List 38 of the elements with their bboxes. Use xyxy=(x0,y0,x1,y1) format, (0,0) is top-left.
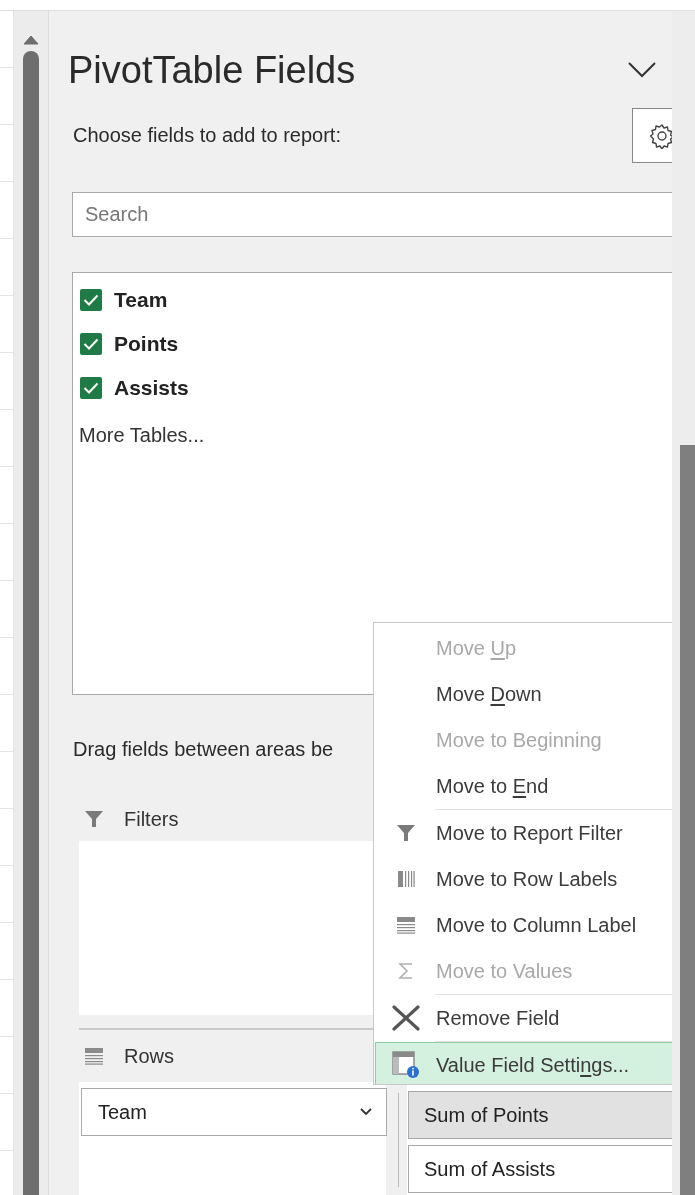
more-tables-link[interactable]: More Tables... xyxy=(79,424,205,447)
instruction-text: Choose fields to add to report: xyxy=(73,124,341,147)
search-field[interactable]: Search xyxy=(72,192,672,237)
row-labels-icon xyxy=(397,870,415,888)
filter-icon xyxy=(396,823,416,843)
close-icon xyxy=(392,1005,420,1031)
scrollbar[interactable] xyxy=(680,445,695,1195)
checkbox[interactable] xyxy=(80,377,102,399)
settings-icon xyxy=(649,122,672,149)
checkbox[interactable] xyxy=(80,333,102,355)
column-labels-icon xyxy=(396,916,416,934)
menu-item[interactable]: Move to Report Filter xyxy=(375,810,672,856)
menu-item[interactable]: Move to End xyxy=(375,763,672,809)
area-field-dropdown[interactable]: Team xyxy=(81,1088,387,1136)
filters-label: Filters xyxy=(124,807,179,831)
field-label[interactable]: Assists xyxy=(114,376,189,400)
menu-item[interactable]: Move to Row Labels xyxy=(375,856,672,902)
table-info-icon xyxy=(392,1051,420,1079)
menu-item[interactable]: Move Down xyxy=(375,671,672,717)
checkbox[interactable] xyxy=(80,289,102,311)
scrollbar[interactable] xyxy=(14,11,48,1195)
chevron-down-icon xyxy=(360,1108,372,1116)
settings-button[interactable] xyxy=(632,108,672,163)
menu-item[interactable]: Move to Column Label xyxy=(375,902,672,948)
menu-item[interactable]: Value Field Settings... xyxy=(375,1042,672,1084)
rows-label: Rows xyxy=(124,1044,174,1068)
scroll-up-icon[interactable] xyxy=(23,35,39,45)
filter-icon xyxy=(84,809,104,829)
menu-item[interactable]: Remove Field xyxy=(375,995,672,1041)
drag-hint-text: Drag fields between areas be xyxy=(73,737,334,761)
pane-title: PivotTable Fields xyxy=(68,48,356,92)
rows-area-icon xyxy=(84,1047,104,1065)
area-field[interactable]: Sum of Assists xyxy=(408,1145,672,1193)
chevron-down-icon[interactable] xyxy=(628,62,656,78)
field-label[interactable]: Points xyxy=(114,332,179,356)
area-field[interactable]: Sum of Points xyxy=(408,1091,672,1139)
field-label[interactable]: Team xyxy=(114,288,168,312)
sigma-icon xyxy=(398,962,414,980)
